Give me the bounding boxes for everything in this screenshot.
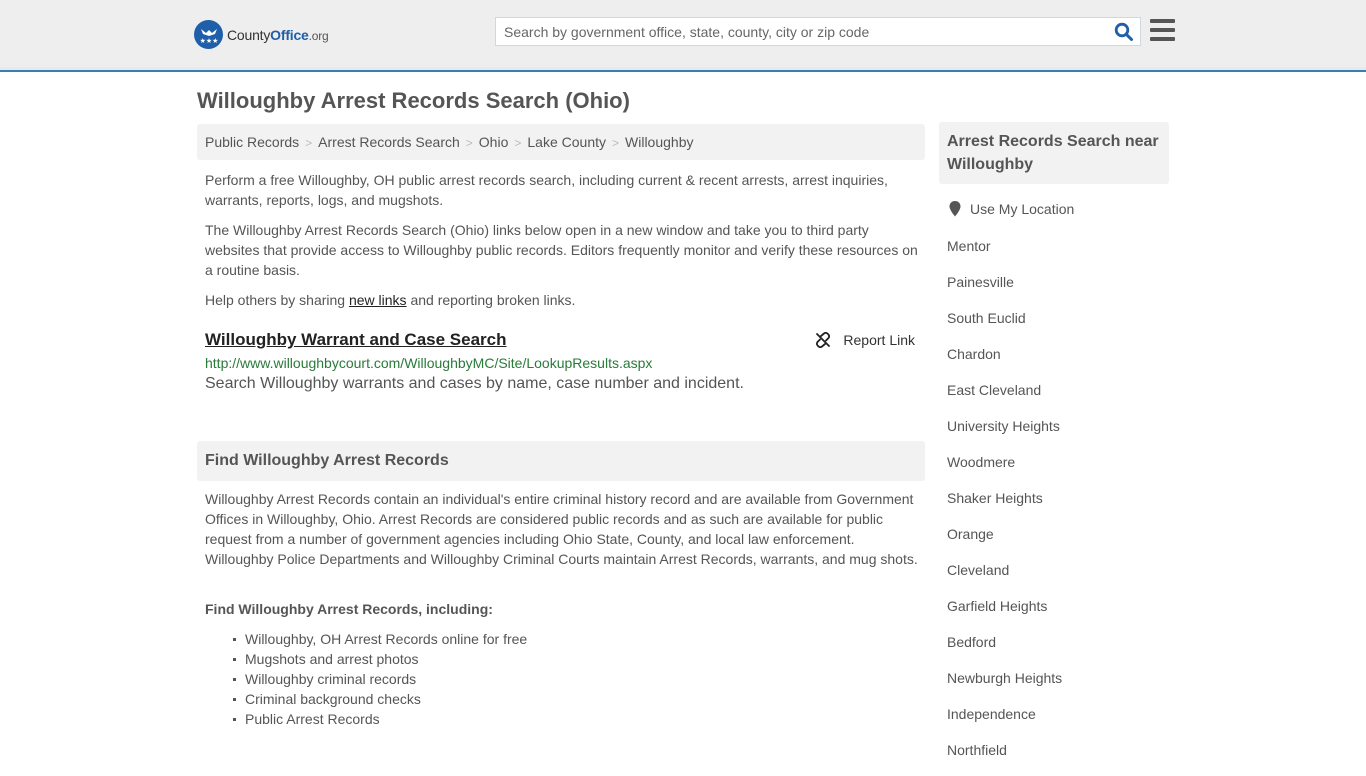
page-title: Willoughby Arrest Records Search (Ohio) — [197, 88, 630, 113]
report-link-button[interactable]: Report Link — [815, 332, 915, 348]
list-item: Criminal background checks — [232, 689, 527, 709]
breadcrumb-separator: > — [305, 136, 313, 150]
new-links-link[interactable]: new links — [349, 292, 407, 308]
nearby-city-link[interactable]: Cleveland — [947, 562, 1009, 578]
breadcrumb-ohio[interactable]: Ohio — [479, 134, 509, 150]
breadcrumb: Public Records > Arrest Records Search > Ohi… — [197, 124, 925, 160]
search-icon[interactable] — [1114, 22, 1134, 42]
find-items-list: Willoughby, OH Arrest Records online for… — [232, 629, 528, 729]
breadcrumb-separator: > — [514, 136, 522, 150]
resource-title-link[interactable]: Willoughby Warrant and Case Search — [205, 330, 507, 350]
intro-text: Perform a free Willoughby, OH public arr… — [205, 170, 920, 320]
site-header: ★★★ CountyOffice.org — [0, 0, 1366, 72]
list-item: Willoughby, OH Arrest Records online for… — [232, 631, 528, 647]
resource-listing: Willoughby Warrant and Case Search Repor… — [205, 330, 917, 393]
nearby-city-link[interactable]: Newburgh Heights — [947, 670, 1062, 686]
list-item: Public Arrest Records — [232, 709, 527, 729]
list-item: Mugshots and arrest photos — [232, 649, 527, 669]
use-my-location: Use My Location — [949, 201, 1074, 217]
search-bar — [495, 17, 1141, 46]
breadcrumb-lake-county[interactable]: Lake County — [527, 134, 606, 150]
search-input[interactable] — [496, 18, 1096, 45]
nearby-city-link[interactable]: Bedford — [947, 634, 996, 650]
nearby-city-link[interactable]: Shaker Heights — [947, 490, 1043, 506]
nearby-city-link[interactable]: Mentor — [947, 238, 991, 254]
hamburger-menu-icon[interactable] — [1150, 19, 1175, 41]
nearby-city-link[interactable]: Chardon — [947, 346, 1001, 362]
sidebar-heading: Arrest Records Search near Willoughby — [939, 122, 1169, 184]
list-item: Willoughby criminal records — [232, 669, 527, 689]
logo-wordmark: CountyOffice.org — [227, 26, 329, 43]
intro-paragraph-3: Help others by sharing new links and rep… — [205, 292, 576, 308]
find-section-heading: Find Willoughby Arrest Records — [197, 441, 925, 481]
map-marker-icon — [949, 201, 961, 217]
svg-text:★★★: ★★★ — [199, 37, 218, 45]
eagle-stars-icon: ★★★ — [194, 20, 223, 49]
find-section-body: Willoughby Arrest Records contain an ind… — [205, 491, 918, 567]
resource-url: http://www.willoughbycourt.com/Willoughb… — [205, 355, 653, 371]
broken-link-icon — [816, 332, 831, 348]
intro-paragraph-1: Perform a free Willoughby, OH public arr… — [205, 172, 888, 208]
resource-description: Search Willoughby warrants and cases by … — [205, 375, 744, 392]
nearby-city-link[interactable]: Painesville — [947, 274, 1014, 290]
breadcrumb-arrest-records-search[interactable]: Arrest Records Search — [318, 134, 460, 150]
intro-paragraph-2: The Willoughby Arrest Records Search (Oh… — [205, 222, 918, 278]
breadcrumb-separator: > — [465, 136, 473, 150]
nearby-city-link[interactable]: Independence — [947, 706, 1036, 722]
report-link-label: Report Link — [843, 332, 915, 348]
nearby-city-link[interactable]: University Heights — [947, 418, 1060, 434]
nearby-cities-list: Mentor Painesville South Euclid Chardon … — [947, 236, 1062, 776]
nearby-city-link[interactable]: Northfield — [947, 742, 1007, 758]
breadcrumb-public-records[interactable]: Public Records — [205, 134, 299, 150]
nearby-city-link[interactable]: Orange — [947, 526, 994, 542]
nearby-city-link[interactable]: South Euclid — [947, 310, 1026, 326]
breadcrumb-separator: > — [612, 136, 620, 150]
find-including-heading: Find Willoughby Arrest Records, includin… — [205, 601, 493, 617]
breadcrumb-willoughby[interactable]: Willoughby — [625, 134, 693, 150]
nearby-city-link[interactable]: Woodmere — [947, 454, 1015, 470]
nearby-city-link[interactable]: Garfield Heights — [947, 598, 1047, 614]
use-my-location-link[interactable]: Use My Location — [970, 201, 1074, 217]
nearby-city-link[interactable]: East Cleveland — [947, 382, 1041, 398]
site-logo[interactable]: ★★★ CountyOffice.org — [194, 20, 329, 49]
